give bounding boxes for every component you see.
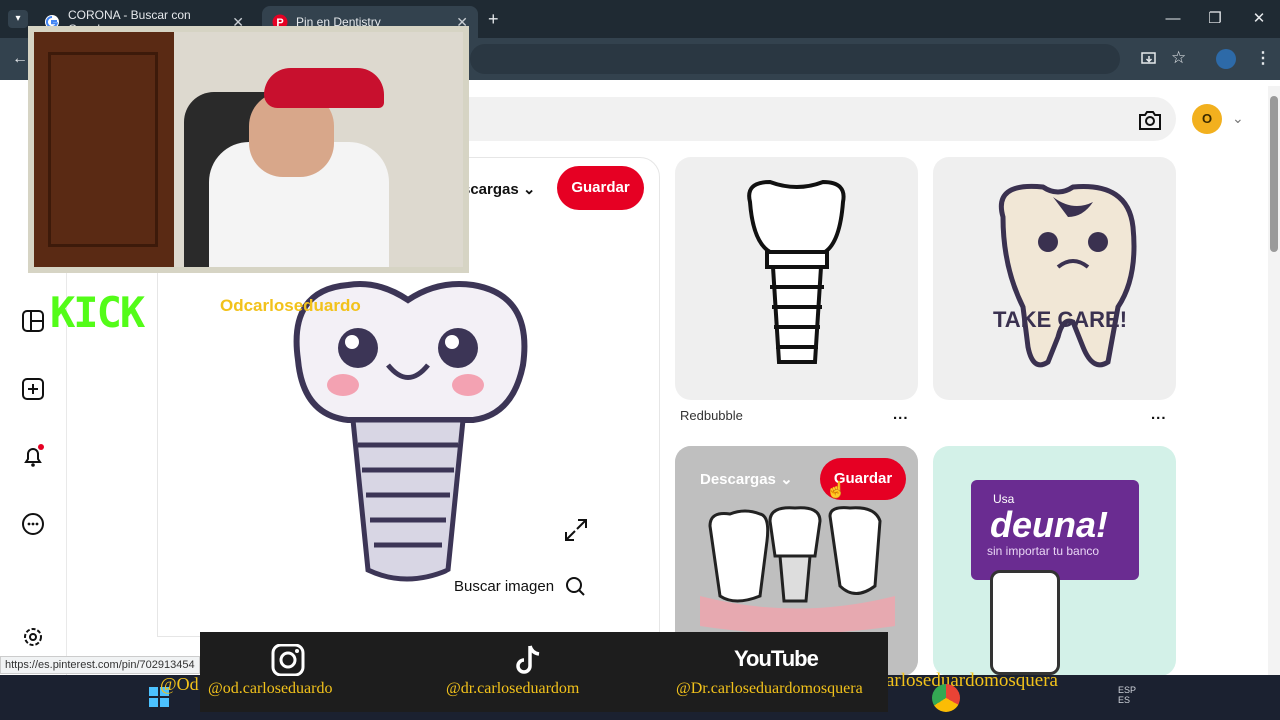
downloads-label: scargas: [462, 181, 519, 198]
kick-username: Odcarloseduardo: [220, 296, 361, 315]
restore-button[interactable]: ❐: [1200, 8, 1230, 30]
back-arrow-icon[interactable]: ←: [12, 50, 28, 68]
settings-gear-icon[interactable]: [20, 624, 46, 650]
tab-search-button[interactable]: ▾: [8, 10, 28, 28]
bookmark-star-icon[interactable]: ☆: [1171, 48, 1186, 68]
taskbar-overlay-handle: @Od: [160, 674, 199, 694]
ad-title: deuna!: [990, 504, 1109, 545]
downloads-dropdown[interactable]: Descargas ⌄: [700, 470, 793, 488]
account-chevron-down-icon[interactable]: ⌄: [1232, 110, 1244, 127]
implant-cartoon-image: [293, 281, 528, 582]
scrollbar-thumb[interactable]: [1270, 96, 1278, 252]
chrome-taskbar-icon[interactable]: [932, 684, 960, 712]
notifications-bell-icon[interactable]: [20, 443, 46, 469]
pin-card[interactable]: [675, 157, 918, 400]
tiktok-handle: @dr.carloseduardom: [446, 680, 580, 697]
messages-icon[interactable]: [20, 511, 46, 537]
install-app-icon[interactable]: [1140, 50, 1158, 68]
instagram-icon: [271, 644, 305, 676]
sad-tooth-image: TAKE CARE!: [993, 183, 1137, 368]
more-options-icon[interactable]: ...: [893, 406, 909, 423]
downloads-label: Descargas: [700, 471, 776, 488]
expand-icon[interactable]: [562, 516, 590, 544]
phone-illustration: [990, 570, 1060, 675]
pin-source[interactable]: Redbubble: [680, 408, 743, 423]
chevron-down-icon: ⌄: [780, 471, 793, 488]
create-plus-icon[interactable]: [20, 376, 46, 402]
tiktok-icon: [516, 645, 540, 674]
menu-kebab-icon[interactable]: ⋮: [1255, 48, 1271, 68]
instagram-handle: @od.carloseduardo: [208, 680, 333, 697]
boards-icon[interactable]: [20, 308, 46, 334]
visual-search-label: Buscar imagen: [454, 577, 555, 595]
close-window-button[interactable]: ✕: [1244, 8, 1274, 30]
take-care-text: TAKE CARE!: [993, 307, 1127, 332]
profile-avatar[interactable]: [1216, 49, 1236, 69]
more-options-icon[interactable]: ...: [1151, 406, 1167, 423]
mouse-cursor-icon: ☝: [826, 482, 846, 499]
visual-search-camera-icon[interactable]: [1136, 106, 1164, 134]
pin-card[interactable]: TAKE CARE!: [933, 157, 1176, 400]
lens-search-icon: [566, 577, 585, 596]
visual-search-button[interactable]: Buscar imagen: [440, 570, 595, 602]
language-indicator[interactable]: ESP ES: [1118, 685, 1136, 705]
implant-outline-image: [747, 179, 846, 364]
taskbar-overlay-handle: arloseduardomosquera: [886, 670, 1058, 691]
status-bar-url: https://es.pinterest.com/pin/702913454: [0, 656, 200, 674]
kick-logo: KICK: [50, 288, 145, 337]
minimize-button[interactable]: —: [1158, 8, 1188, 30]
youtube-handle: @Dr.carloseduardomosquera: [676, 680, 863, 697]
webcam-feed: [34, 32, 463, 267]
new-tab-button[interactable]: +: [488, 9, 499, 30]
save-button[interactable]: Guardar: [557, 166, 644, 210]
address-bar[interactable]: [470, 44, 1120, 74]
chevron-down-icon: ⌄: [522, 181, 536, 198]
user-avatar[interactable]: O: [1192, 104, 1222, 134]
ad-subtitle: sin importar tu banco: [987, 544, 1100, 558]
webcam-overlay: [28, 26, 469, 273]
youtube-logo: YouTube: [734, 646, 819, 671]
downloads-dropdown[interactable]: scargas ⌄: [462, 180, 535, 198]
